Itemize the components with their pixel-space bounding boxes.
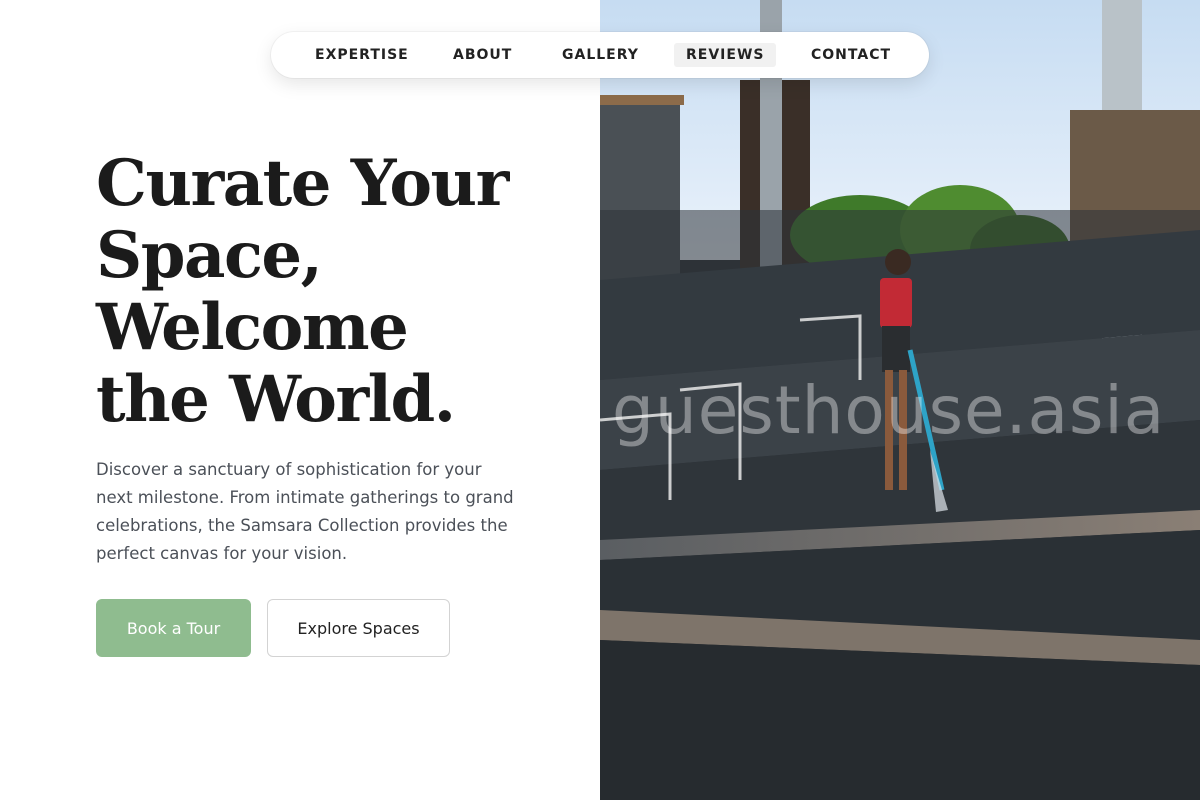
- main-nav: EXPERTISE ABOUT GALLERY REVIEWS CONTACT: [271, 32, 929, 78]
- hero-headline: Curate Your Space, Welcome the World.: [96, 148, 576, 436]
- nav-link-about[interactable]: ABOUT: [441, 43, 524, 67]
- nav-link-expertise[interactable]: EXPERTISE: [303, 43, 421, 67]
- hero-description: Discover a sanctuary of sophistication f…: [96, 460, 514, 563]
- nav-link-gallery[interactable]: GALLERY: [550, 43, 651, 67]
- book-tour-button[interactable]: Book a Tour: [96, 599, 251, 657]
- hero-headline-line: the World.: [96, 362, 456, 437]
- nav-link-reviews[interactable]: REVIEWS: [674, 43, 777, 67]
- hero-photo: guesthouse.asia: [600, 0, 1200, 800]
- hero-headline-line: Curate Your: [96, 146, 509, 221]
- nav-link-contact[interactable]: CONTACT: [799, 43, 903, 67]
- hero-headline-line: Welcome: [96, 290, 409, 365]
- photo-watermark: guesthouse.asia: [612, 372, 1166, 449]
- explore-spaces-button[interactable]: Explore Spaces: [267, 599, 450, 657]
- hero-headline-line: Space,: [96, 218, 323, 293]
